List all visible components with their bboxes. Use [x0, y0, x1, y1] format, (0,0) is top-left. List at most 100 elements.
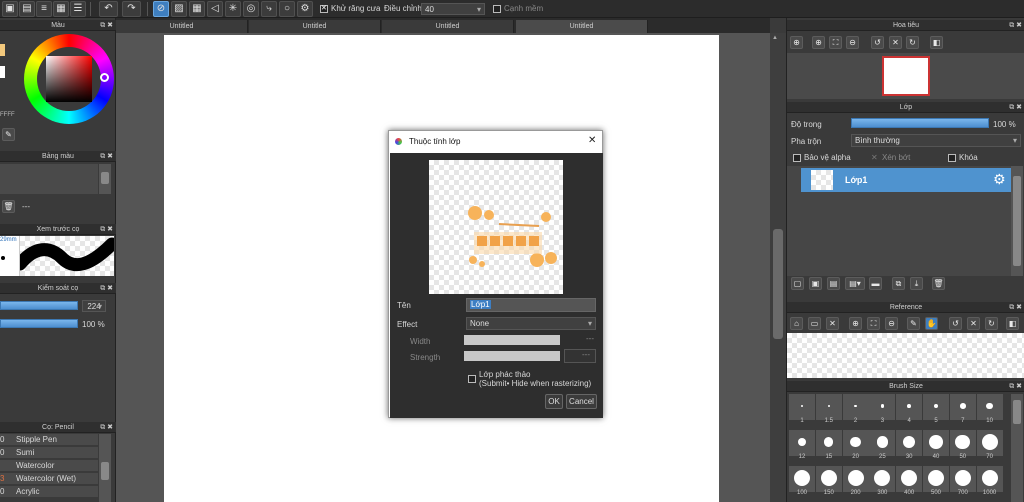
brush-size-cell[interactable]: 2	[842, 394, 869, 424]
brush-size-cell[interactable]: 300	[869, 466, 896, 496]
layers-list-icon[interactable]: ≡	[36, 1, 52, 17]
panel-float-close-icon[interactable]: ⧉ ✖	[100, 20, 113, 31]
brush-size-cell[interactable]: 200	[842, 466, 869, 496]
canvas-vertical-scrollbar[interactable]: ▲	[770, 33, 786, 502]
list-item[interactable]: 3 Watercolor (Wet)	[0, 473, 98, 485]
clipping-icon[interactable]: ✕	[871, 153, 878, 162]
reference-home-icon[interactable]: ⌂	[790, 317, 803, 330]
brush-size-cell[interactable]: 150	[815, 466, 842, 496]
draft-layer-checkbox[interactable]	[468, 375, 476, 383]
antialias-checkbox[interactable]	[320, 4, 328, 13]
protect-alpha-checkbox[interactable]	[793, 154, 801, 162]
tab-untitled-1[interactable]: Untitled	[116, 20, 248, 33]
brush-size-cell[interactable]: 100	[789, 466, 815, 496]
cancel-button[interactable]: Cancel	[566, 394, 597, 409]
brush-size-cell[interactable]: 1	[789, 394, 815, 424]
gear-icon[interactable]: ⚙	[993, 171, 1006, 188]
layer-list-scrollbar[interactable]	[1011, 166, 1023, 276]
close-icon[interactable]: ✕	[588, 135, 596, 146]
snap-grid-icon[interactable]: ▦	[189, 1, 205, 17]
strength-slider[interactable]	[464, 351, 560, 361]
flip-icon[interactable]: ◧	[930, 36, 943, 49]
effect-select[interactable]: None	[466, 317, 596, 330]
reference-zoom-out-icon[interactable]: ⊖	[885, 317, 898, 330]
brush-size-cell[interactable]: 5	[923, 394, 949, 424]
delete-layer-icon[interactable]: 🗑	[932, 277, 945, 290]
brush-size-cell[interactable]: 20	[842, 430, 869, 460]
new-layer-8bit-icon[interactable]: ▣	[809, 277, 822, 290]
brush-size-cell[interactable]: 1000	[976, 466, 1003, 496]
layer-name-input[interactable]: Lớp1	[466, 298, 596, 312]
reference-rotate-left-icon[interactable]: ↺	[949, 317, 962, 330]
hue-handle[interactable]	[100, 73, 109, 82]
brush-size-cell[interactable]: 500	[923, 466, 949, 496]
brush-size-cell[interactable]: 25	[869, 430, 896, 460]
reference-fit-icon[interactable]: ⛶	[867, 317, 880, 330]
reference-reset-icon[interactable]: ✕	[967, 317, 980, 330]
list-item[interactable]: 0 Stipple Pen	[0, 434, 98, 446]
reference-canvas[interactable]	[787, 333, 1024, 378]
reference-hand-icon[interactable]: ✋	[925, 317, 938, 330]
panel-float-close-icon[interactable]: ⧉ ✖	[100, 224, 113, 235]
palette-swatches[interactable]	[0, 164, 98, 194]
width-slider[interactable]	[464, 335, 560, 345]
zoom-in-icon[interactable]: ⊕	[790, 36, 803, 49]
tab-untitled-4[interactable]: Untitled	[516, 20, 648, 33]
brush-size-cell[interactable]: 40	[923, 430, 949, 460]
reference-rotate-right-icon[interactable]: ↻	[985, 317, 998, 330]
brush-size-cell[interactable]: 10	[976, 394, 1003, 424]
palette-scrollbar[interactable]	[99, 164, 111, 194]
strength-value[interactable]: ---	[564, 349, 596, 363]
brush-size-cell[interactable]: 70	[976, 430, 1003, 460]
add-layer-menu-icon[interactable]: ▤▾	[845, 277, 865, 290]
snap-off-icon[interactable]: ⊘	[153, 1, 169, 17]
navigator-preview[interactable]	[787, 53, 1024, 99]
brush-size-cell[interactable]: 700	[949, 466, 976, 496]
lock-checkbox[interactable]	[948, 154, 956, 162]
ok-button[interactable]: OK	[545, 394, 563, 409]
folder-icon[interactable]: ▬	[869, 277, 882, 290]
panel-list-icon[interactable]: ☰	[70, 1, 86, 17]
brush-size-cell[interactable]: 1.5	[815, 394, 842, 424]
reference-zoom-in-icon[interactable]: ⊕	[849, 317, 862, 330]
snap-circle-icon[interactable]: ◎	[243, 1, 259, 17]
navigator-viewport[interactable]	[882, 56, 930, 96]
panel-float-close-icon[interactable]: ⧉ ✖	[1009, 381, 1022, 392]
merge-down-icon[interactable]: ⤓	[910, 277, 923, 290]
brush-size-value[interactable]: 224	[82, 300, 106, 312]
brush-size-cell[interactable]: 30	[896, 430, 923, 460]
brush-size-cell[interactable]: 4	[896, 394, 923, 424]
new-layer-1bit-icon[interactable]: ▤	[827, 277, 840, 290]
comment-icon[interactable]: ▤	[19, 1, 35, 17]
brush-size-cell[interactable]: 12	[789, 430, 815, 460]
saturation-value-square[interactable]	[46, 56, 92, 102]
brush-size-cell[interactable]: 50	[949, 430, 976, 460]
fit-icon[interactable]: ⛶	[829, 36, 842, 49]
primary-color-swatch[interactable]	[0, 44, 5, 56]
reset-rotate-icon[interactable]: ✕	[889, 36, 902, 49]
brush-size-cell[interactable]: 7	[949, 394, 976, 424]
speech-icon[interactable]: ▣	[2, 1, 18, 17]
grid-list-icon[interactable]: ▦	[53, 1, 69, 17]
brush-size-scrollbar[interactable]	[1011, 394, 1023, 502]
reference-open-icon[interactable]: ▭	[808, 317, 821, 330]
blend-mode-select[interactable]: Bình thường	[851, 134, 1021, 147]
tab-untitled-3[interactable]: Untitled	[382, 20, 514, 33]
zoom-out-icon[interactable]: ⊖	[846, 36, 859, 49]
undo-icon[interactable]: ↶	[99, 1, 118, 17]
list-item[interactable]: 0 Acrylic	[0, 486, 98, 498]
layer-row[interactable]: Lớp1 ⚙	[801, 168, 1011, 192]
snap-vanish-icon[interactable]: ◁	[207, 1, 223, 17]
snap-radial-icon[interactable]: ✳	[225, 1, 241, 17]
panel-float-close-icon[interactable]: ⧉ ✖	[1009, 102, 1022, 113]
panel-float-close-icon[interactable]: ⧉ ✖	[1009, 20, 1022, 31]
list-item[interactable]: Watercolor	[0, 460, 98, 472]
reference-close-icon[interactable]: ✕	[826, 317, 839, 330]
brush-opacity-slider[interactable]	[0, 319, 78, 328]
panel-float-close-icon[interactable]: ⧉ ✖	[100, 283, 113, 294]
reference-pick-icon[interactable]: ✎	[907, 317, 920, 330]
brush-size-slider[interactable]	[0, 301, 78, 310]
brush-size-cell[interactable]: 15	[815, 430, 842, 460]
brush-size-cell[interactable]: 3	[869, 394, 896, 424]
brush-list-scrollbar[interactable]	[99, 434, 111, 502]
